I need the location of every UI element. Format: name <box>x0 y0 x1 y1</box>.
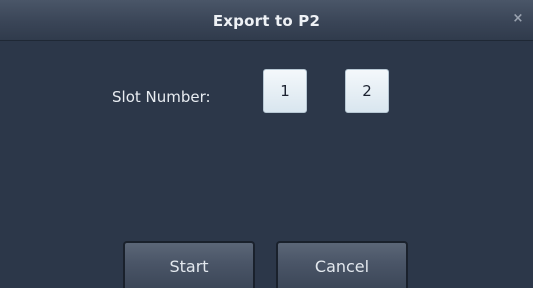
cancel-button[interactable]: Cancel <box>276 241 408 288</box>
export-dialog: Export to P2 × Slot Number: 1 2 Start Ca… <box>0 0 533 288</box>
slot-number-label: Slot Number: <box>112 88 211 106</box>
dialog-title: Export to P2 <box>212 12 321 30</box>
slot-2-button[interactable]: 2 <box>345 69 389 113</box>
start-button[interactable]: Start <box>123 241 255 288</box>
slot-1-button[interactable]: 1 <box>263 69 307 113</box>
close-icon[interactable]: × <box>511 12 525 26</box>
title-bar: Export to P2 × <box>0 0 533 41</box>
